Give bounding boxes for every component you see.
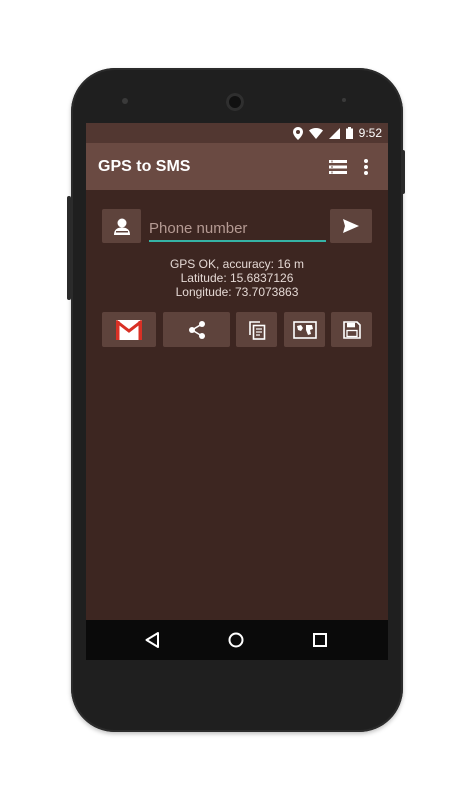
contact-icon xyxy=(113,218,130,235)
gmail-icon xyxy=(116,319,142,340)
overflow-menu-icon[interactable] xyxy=(364,159,368,175)
send-icon xyxy=(343,219,359,233)
app-bar: GPS to SMS xyxy=(86,143,388,190)
contact-picker-button[interactable] xyxy=(102,209,141,243)
save-button[interactable] xyxy=(331,312,372,347)
map-icon xyxy=(292,320,317,339)
latitude-text: Latitude: 15.6837126 xyxy=(180,271,294,285)
status-bar: 9:52 xyxy=(86,123,388,143)
save-icon xyxy=(342,320,361,339)
power-button xyxy=(401,150,405,194)
longitude-text: Longitude: 73.7073863 xyxy=(175,285,299,299)
sensor-dot xyxy=(342,98,346,102)
back-icon[interactable] xyxy=(145,632,159,648)
copy-icon xyxy=(248,320,265,340)
map-button[interactable] xyxy=(284,312,325,347)
list-view-icon[interactable] xyxy=(329,160,347,174)
screen: 9:52 GPS to SMS GPS OK xyxy=(86,123,388,660)
app-title: GPS to SMS xyxy=(98,158,191,175)
recent-apps-icon[interactable] xyxy=(313,633,327,647)
navigation-bar xyxy=(86,620,388,660)
location-pin-icon xyxy=(292,126,303,140)
battery-icon xyxy=(345,127,353,139)
phone-number-input[interactable] xyxy=(149,216,326,242)
share-button[interactable] xyxy=(163,312,230,347)
copy-button[interactable] xyxy=(236,312,277,347)
status-time: 9:52 xyxy=(358,126,382,140)
wifi-icon xyxy=(308,127,323,139)
gmail-button[interactable] xyxy=(102,312,156,347)
front-camera xyxy=(226,93,244,111)
cellular-signal-icon xyxy=(328,127,340,139)
gps-status: GPS OK, accuracy: 16 m xyxy=(169,257,305,271)
share-icon xyxy=(188,320,205,339)
send-button[interactable] xyxy=(330,209,372,243)
home-icon[interactable] xyxy=(228,632,244,648)
earpiece-dot xyxy=(122,98,128,104)
volume-button xyxy=(67,196,71,300)
